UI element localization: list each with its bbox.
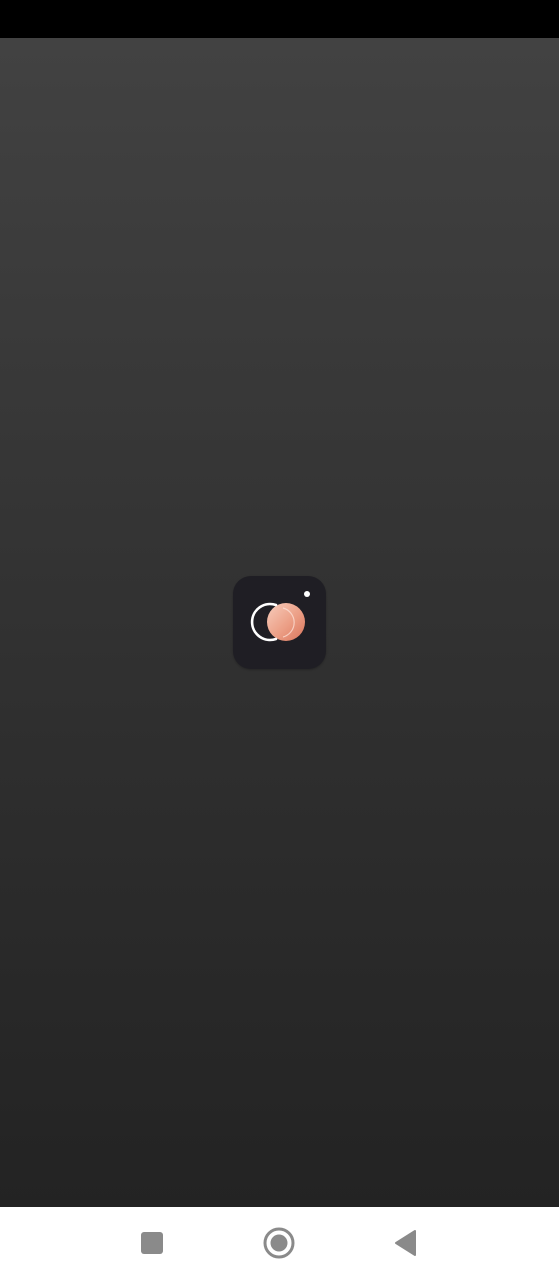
- home-button[interactable]: [255, 1219, 303, 1267]
- circle-icon: [263, 1227, 295, 1259]
- status-bar: [0, 0, 559, 38]
- triangle-back-icon: [395, 1230, 416, 1256]
- navigation-bar: [0, 1207, 559, 1280]
- app-logo-icon: [233, 576, 326, 669]
- back-button[interactable]: [382, 1219, 430, 1267]
- square-icon: [141, 1232, 163, 1254]
- recents-button[interactable]: [128, 1219, 176, 1267]
- lens-circles-icon: [250, 591, 310, 642]
